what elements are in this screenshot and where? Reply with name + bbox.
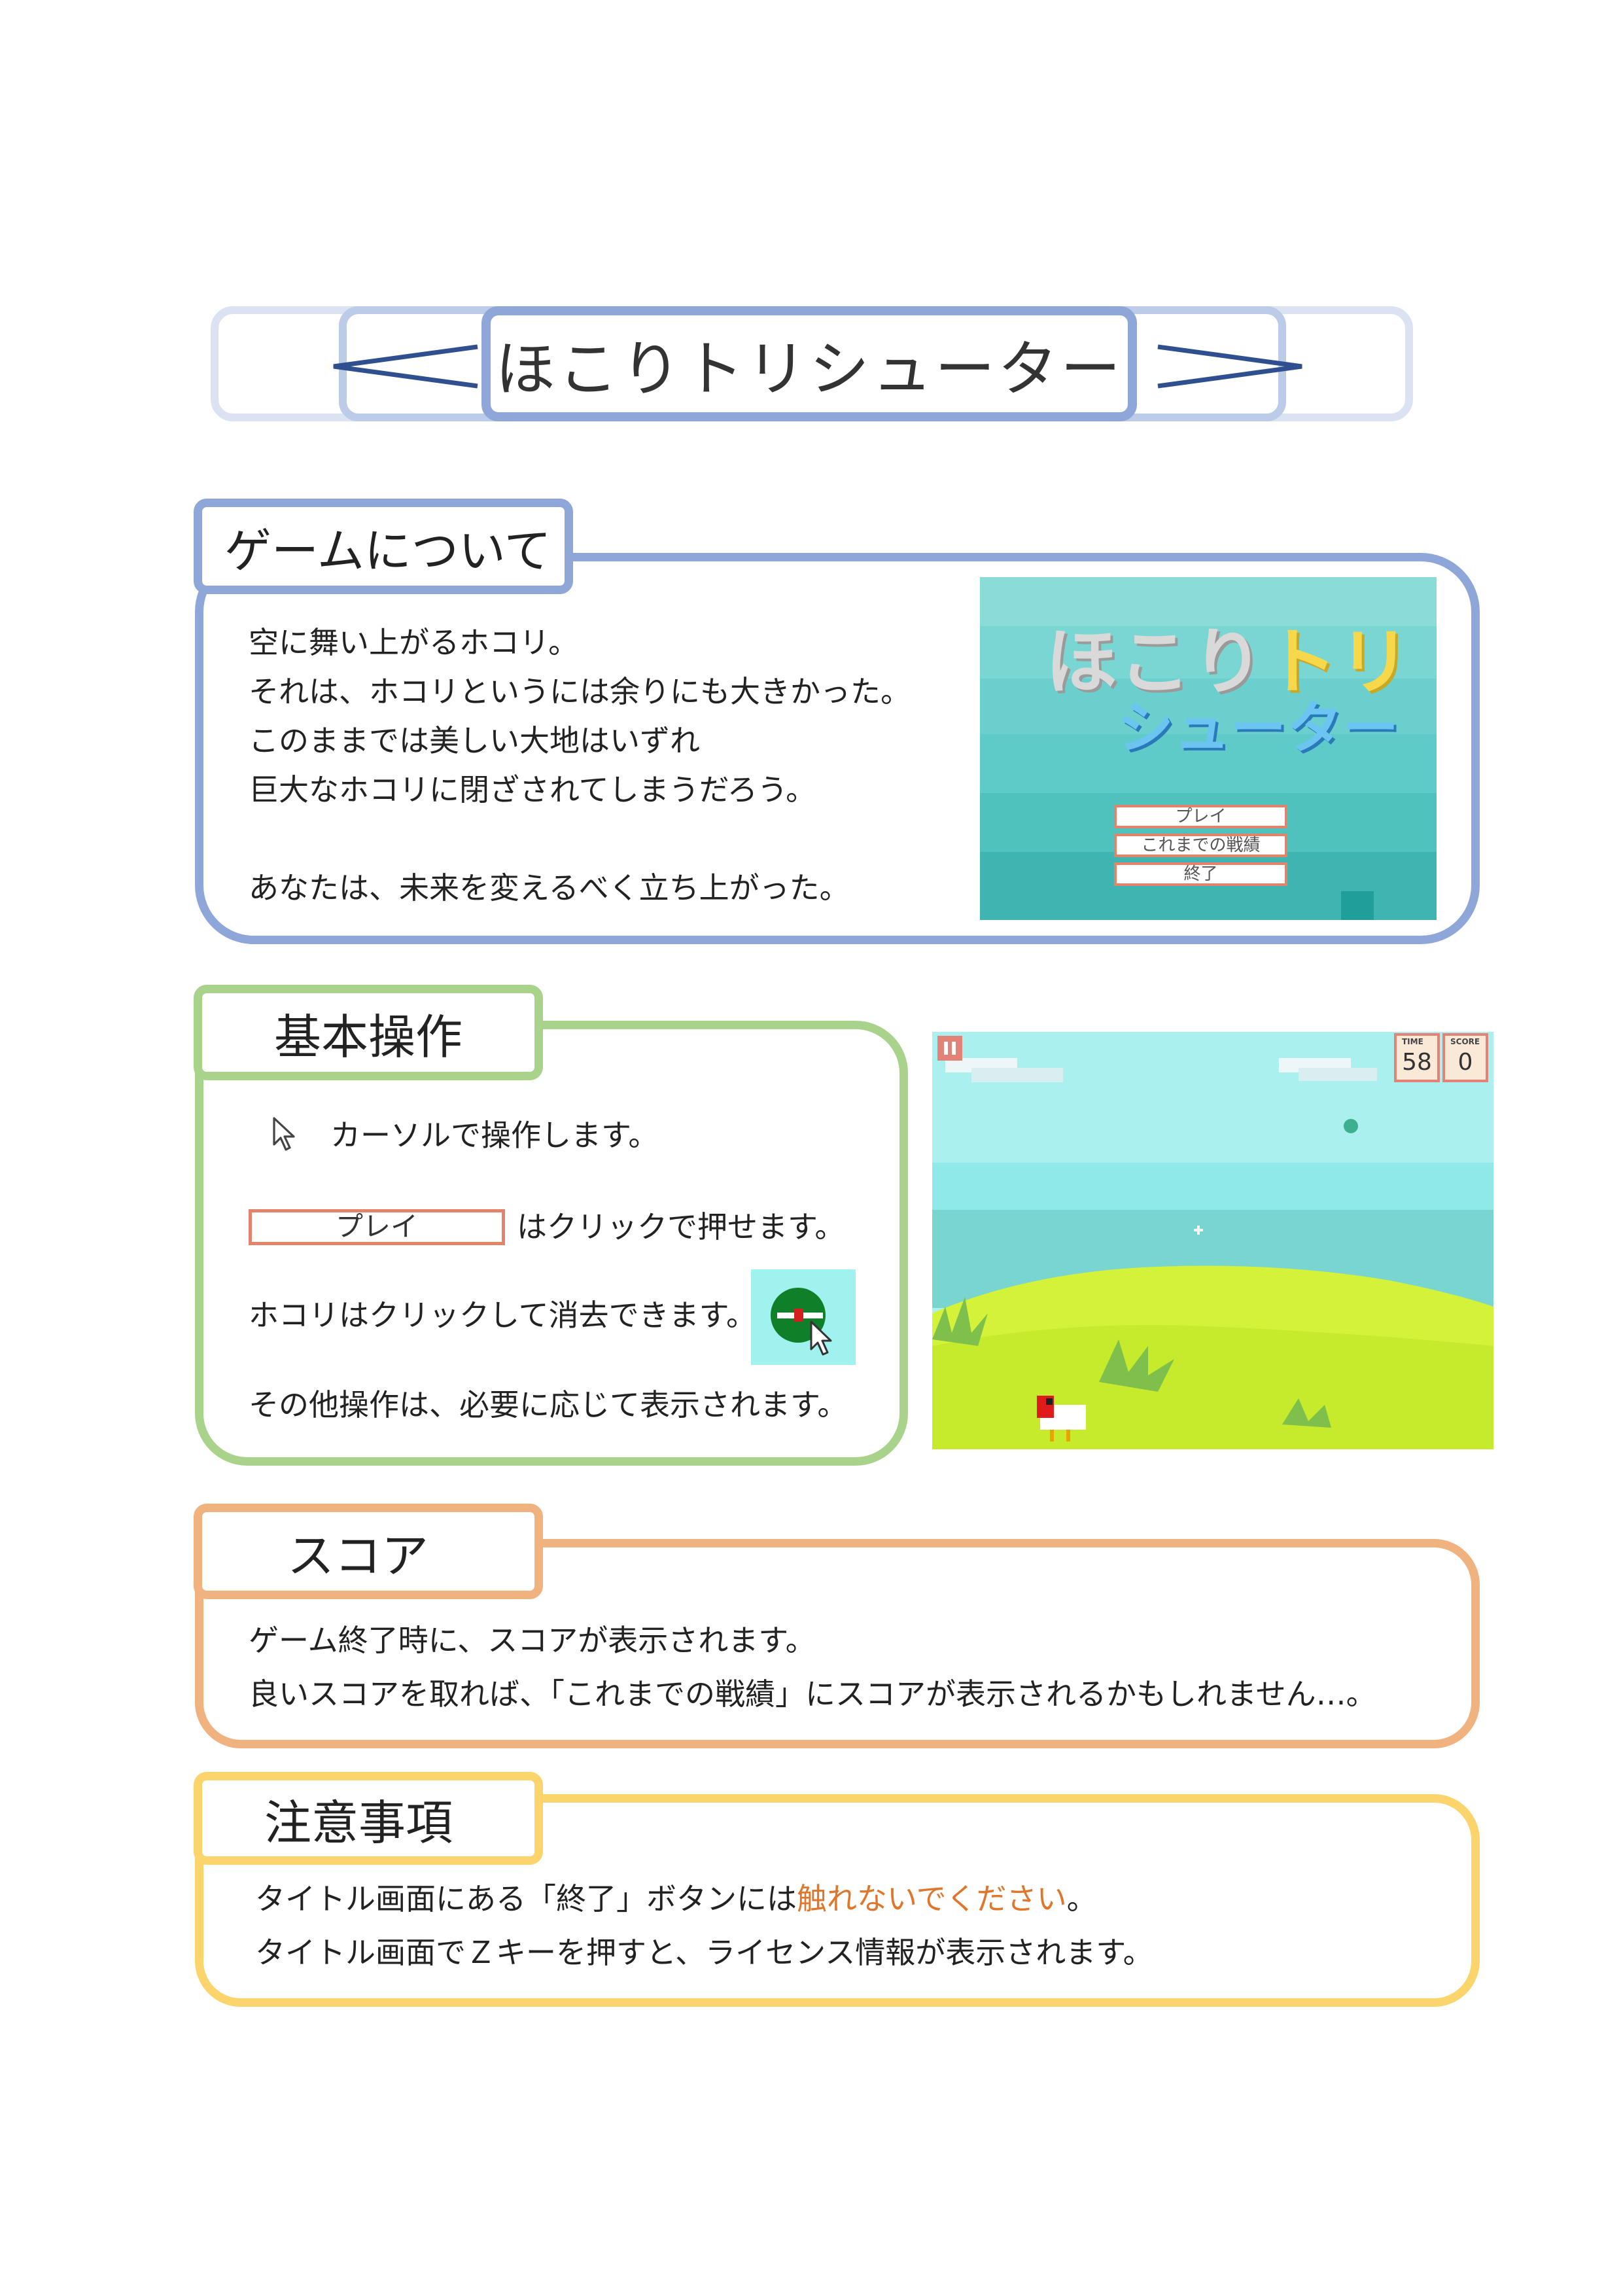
notes-text: 。 (1066, 1881, 1097, 1916)
gameplay-screenshot: TIME 58 SCORE 0 (932, 1032, 1493, 1449)
menu-quit-button[interactable]: 終了 (1114, 862, 1287, 886)
score-value: 0 (1457, 1049, 1473, 1076)
dust-click-sample (751, 1269, 856, 1365)
score-line: ゲーム終了時に、スコアが表示されます。 (249, 1623, 816, 1658)
dust-target-icon (771, 1288, 832, 1356)
notes-line: タイトル画面にある「終了」ボタンには触れないでください。 (255, 1875, 1097, 1924)
time-display: TIME 58 (1394, 1033, 1440, 1082)
about-line: それは、ホコリというには余りにも大きかった。 (249, 674, 911, 709)
menu-records-button[interactable]: これまでの戦績 (1114, 834, 1287, 857)
notes-line: タイトル画面でＺキーを押すと、ライセンス情報が表示されます。 (255, 1935, 1153, 1970)
time-value: 58 (1402, 1049, 1432, 1076)
game-logo-subtitle: シューター (1117, 696, 1399, 761)
score-label: SCORE (1450, 1037, 1480, 1046)
notes-text: タイトル画面にある「終了」ボタンには (255, 1881, 797, 1916)
about-line: このままでは美しい大地はいずれ (249, 723, 700, 758)
score-line: 良いスコアを取れば、「これまでの戦績」にスコアが表示されるかもしれません…。 (249, 1676, 1376, 1712)
title-screen-screenshot: ほこりトリ シューター プレイ これまでの戦績 終了 (980, 577, 1437, 920)
menu-play-button[interactable]: プレイ (1114, 805, 1287, 828)
about-line: 巨大なホコリに閉ざされてしまうだろう。 (249, 772, 816, 807)
play-button-sample[interactable]: プレイ (249, 1209, 505, 1245)
notes-heading: 注意事項 (194, 1772, 543, 1865)
score-heading: スコア (194, 1504, 543, 1599)
notes-warning-text: 触れないでください (797, 1881, 1067, 1916)
pause-button[interactable] (937, 1036, 962, 1061)
gameplay-scene (932, 1058, 1493, 1449)
pause-icon (944, 1042, 956, 1055)
score-display: SCORE 0 (1442, 1033, 1488, 1082)
cursor-icon (273, 1117, 295, 1151)
about-line: あなたは、未来を変えるべく立ち上がった。 (249, 870, 850, 906)
controls-heading: 基本操作 (194, 985, 543, 1080)
dust-instruction: ホコリはクリックして消去できます。 (249, 1298, 757, 1333)
time-label: TIME (1402, 1037, 1423, 1046)
dust-particle (1341, 891, 1374, 920)
play-instruction: はクリックで押せます。 (517, 1209, 845, 1245)
cursor-instruction: カーソルで操作します。 (330, 1118, 659, 1153)
page-title: ほこりトリシューター (495, 334, 1123, 404)
other-instruction: その他操作は、必要に応じて表示されます。 (249, 1387, 848, 1422)
about-heading: ゲームについて (194, 499, 573, 594)
about-line: 空に舞い上がるホコリ。 (249, 625, 579, 660)
